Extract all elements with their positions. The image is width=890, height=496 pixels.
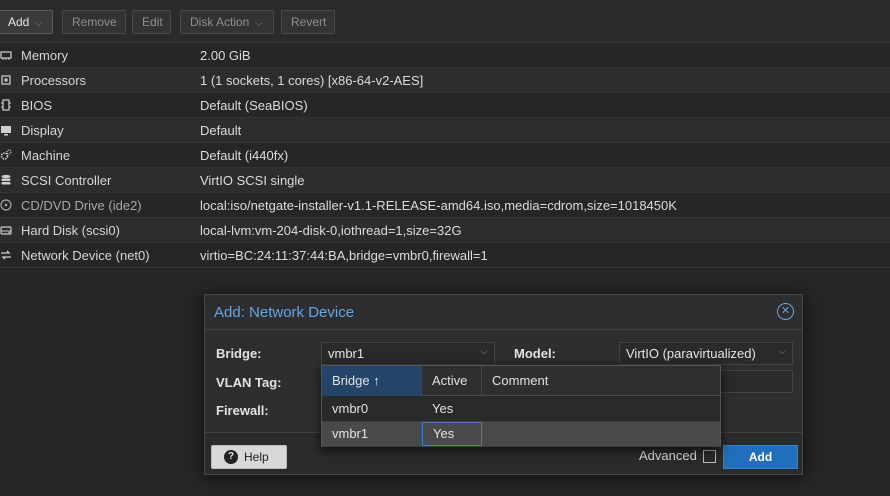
hardware-value: VirtIO SCSI single [200,173,305,188]
disk-action-menu-button[interactable]: Disk Action ⌵ [180,10,274,34]
advanced-label: Advanced [639,448,697,463]
hardware-value: local-lvm:vm-204-disk-0,iothread=1,size=… [200,223,462,238]
hardware-key: SCSI Controller [21,173,112,188]
help-button-label: Help [244,450,269,464]
add-menu-button[interactable]: Add ⌵ [0,10,53,34]
hardware-list: Memory 2.00 GiB Processors 1 (1 sockets,… [0,43,890,268]
hardware-value: Default (i440fx) [200,148,289,163]
disk-action-label: Disk Action [190,15,250,29]
hardware-row-memory[interactable]: Memory 2.00 GiB [0,43,890,68]
help-button[interactable]: ? Help [211,445,287,469]
model-select-value: VirtIO (paravirtualized) [626,346,756,361]
bridge-label: Bridge: [216,346,262,361]
hardware-value: virtio=BC:24:11:37:44:BA,bridge=vmbr0,fi… [200,248,488,263]
dialog-title: Add: Network Device [214,304,355,321]
bridge-select-value: vmbr1 [328,346,365,361]
dialog-header: Add: Network Device ✕ [205,295,802,330]
comment-cell [482,422,720,446]
chevron-down-icon: ⌵ [778,346,786,357]
add-button-label: Add [8,15,30,29]
disc-icon [0,199,12,211]
table-row-selected[interactable]: vmbr1 Yes [322,422,720,447]
toolbar: Add ⌵ Remove Edit Disk Action ⌵ Revert [0,0,890,43]
hardware-row-scsi-controller[interactable]: SCSI Controller VirtIO SCSI single [0,168,890,193]
network-icon [0,249,12,261]
column-header-comment[interactable]: Comment [482,366,720,396]
hardware-row-display[interactable]: Display Default [0,118,890,143]
column-header-active[interactable]: Active [422,366,482,396]
question-circle-icon: ? [224,450,238,464]
hardware-row-network-device[interactable]: Network Device (net0) virtio=BC:24:11:37… [0,243,890,268]
model-label: Model: [514,346,556,361]
hardware-key: BIOS [21,98,53,113]
bridge-select[interactable]: vmbr1 ⌵ [321,342,495,365]
column-header-bridge[interactable]: Bridge ↑ [322,366,422,396]
revert-button[interactable]: Revert [281,10,335,34]
hardware-value: Default [200,123,242,138]
edit-button[interactable]: Edit [132,10,171,34]
hardware-key: Display [21,123,64,138]
model-select[interactable]: VirtIO (paravirtualized) ⌵ [619,342,793,365]
remove-button[interactable]: Remove [62,10,126,34]
hardware-row-processors[interactable]: Processors 1 (1 sockets, 1 cores) [x86-6… [0,68,890,93]
database-icon [0,174,12,186]
cogs-icon [0,149,12,161]
active-cell: Yes [432,401,454,416]
hardware-value: 2.00 GiB [200,48,251,63]
bridge-picker-grid: Bridge ↑ Active Comment vmbr0 Yes vmbr1 … [321,365,721,447]
chip-icon [0,99,12,111]
monitor-icon [0,124,12,136]
hardware-key: CD/DVD Drive (ide2) [21,198,142,213]
hardware-row-hard-disk[interactable]: Hard Disk (scsi0) local-lvm:vm-204-disk-… [0,218,890,243]
grid-header: Bridge ↑ Active Comment [322,366,720,396]
hardware-key: Network Device (net0) [21,248,150,263]
hardware-key: Hard Disk (scsi0) [21,223,120,238]
hardware-value: 1 (1 sockets, 1 cores) [x86-64-v2-AES] [200,73,424,88]
hardware-key: Memory [21,48,68,63]
comment-cell [482,397,720,421]
table-row[interactable]: vmbr0 Yes [322,397,720,422]
hardware-value: Default (SeaBIOS) [200,98,308,113]
close-icon[interactable]: ✕ [777,303,794,320]
add-button[interactable]: Add [723,445,798,469]
hardware-key: Machine [21,148,71,163]
chevron-down-icon: ⌵ [255,18,263,28]
firewall-label: Firewall: [216,403,269,418]
hardware-row-cd-dvd-drive[interactable]: CD/DVD Drive (ide2) local:iso/netgate-in… [0,193,890,218]
hardware-row-machine[interactable]: Machine Default (i440fx) [0,143,890,168]
cpu-icon [0,74,12,86]
advanced-checkbox[interactable] [703,450,716,463]
chevron-down-icon: ⌵ [35,18,43,28]
hardware-row-bios[interactable]: BIOS Default (SeaBIOS) [0,93,890,118]
hardware-key: Processors [21,73,87,88]
vlan-tag-label: VLAN Tag: [216,375,282,390]
memory-icon [0,49,12,61]
active-cell: Yes [422,422,482,446]
bridge-cell: vmbr1 [332,426,369,441]
hdd-icon [0,224,12,236]
bridge-cell: vmbr0 [332,401,369,416]
chevron-down-icon: ⌵ [480,346,488,357]
hardware-value: local:iso/netgate-installer-v1.1-RELEASE… [200,198,677,213]
